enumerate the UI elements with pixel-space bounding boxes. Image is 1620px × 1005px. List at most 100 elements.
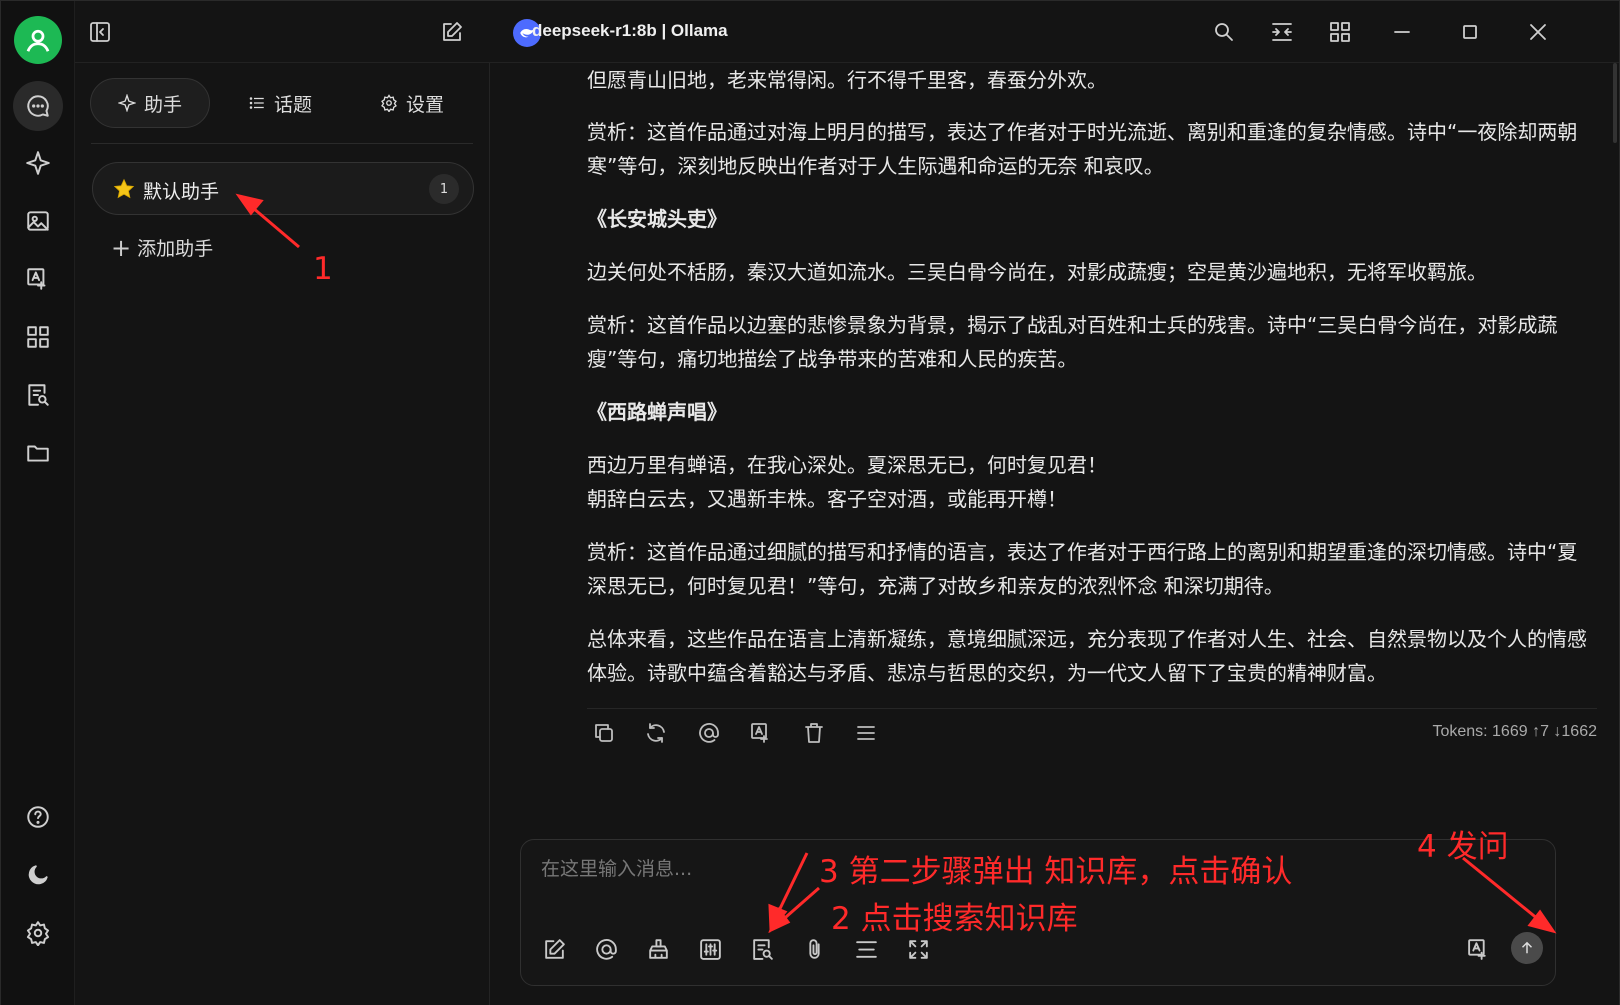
title-bar: deepseek-r1:8b | Ollama xyxy=(75,1,1619,63)
tab-assistants[interactable]: 助手 xyxy=(90,78,210,128)
translate-input-button[interactable] xyxy=(1463,934,1493,964)
tab-assistants-label: 助手 xyxy=(143,93,182,116)
toggle-sidebar-button[interactable] xyxy=(85,17,115,47)
tab-topics[interactable]: 话题 xyxy=(215,78,345,128)
rail-translate-button[interactable] xyxy=(13,254,63,304)
panel-divider xyxy=(91,143,473,144)
moon-icon xyxy=(28,865,48,885)
gear-icon xyxy=(381,94,397,112)
message-paragraph: 赏析：这首作品通过对海上明月的描写，表达了作者对于时光流逝、离别和重逢的复杂情感… xyxy=(587,120,1578,178)
expand-icon xyxy=(908,939,928,959)
maximize-button[interactable] xyxy=(1455,17,1485,47)
clear-icon xyxy=(648,938,668,959)
regenerate-button[interactable] xyxy=(644,721,670,747)
menu-icon xyxy=(857,726,875,740)
assistant-item-default[interactable]: 默认助手 1 xyxy=(92,162,474,215)
poem-title: 《长安城头吏》 xyxy=(587,207,727,231)
minimize-button[interactable] xyxy=(1387,17,1417,47)
star-icon xyxy=(113,178,135,199)
help-icon xyxy=(27,806,49,828)
message-paragraph: 西边万里有蝉语，在我心深处。夏深思无已，何时复见君！ 朝辞白云去，又遇新丰株。客… xyxy=(587,453,1107,511)
mention-icon xyxy=(595,938,617,960)
send-icon xyxy=(1521,941,1533,954)
add-assistant-button[interactable]: + 添加助手 xyxy=(111,234,213,261)
attachment-button[interactable] xyxy=(799,934,829,964)
settings-gear-icon xyxy=(26,921,50,946)
search-button[interactable] xyxy=(1209,17,1239,47)
folder-icon xyxy=(27,445,49,462)
rail-settings-button[interactable] xyxy=(13,908,63,958)
annotation-3: 3 第二步骤弹出 知识库，点击确认 xyxy=(819,854,1293,890)
rail-help-button[interactable] xyxy=(13,792,63,842)
knowledge-base-button[interactable] xyxy=(747,934,777,964)
chat-scrollbar[interactable] xyxy=(1613,63,1617,143)
more-button[interactable] xyxy=(854,721,880,747)
rail-knowledge-button[interactable] xyxy=(13,370,63,420)
assistant-panel: 助手 话题 设置 默认助手 1 + 添加助手 xyxy=(75,63,490,1005)
message-paragraph: 赏析：这首作品通过细腻的描写和抒情的语言，表达了作者对于西行路上的离别和期望重逢… xyxy=(587,540,1578,598)
attachment-icon xyxy=(808,938,820,959)
delete-button[interactable] xyxy=(802,721,828,747)
mention-icon xyxy=(699,722,719,743)
mention-model-button[interactable] xyxy=(697,721,723,747)
new-topic-icon xyxy=(544,938,565,959)
copy-button[interactable] xyxy=(592,721,618,747)
maximize-icon xyxy=(1463,25,1477,39)
sparkle-icon xyxy=(117,94,136,112)
chat-icon xyxy=(27,95,49,117)
rail-theme-button[interactable] xyxy=(13,850,63,900)
translate-icon xyxy=(1467,938,1486,960)
close-button[interactable] xyxy=(1523,17,1553,47)
rail-chat-button[interactable] xyxy=(13,81,63,131)
translate-icon xyxy=(751,723,768,743)
user-icon xyxy=(26,29,50,52)
topic-count-badge: 1 xyxy=(429,174,459,204)
search-icon xyxy=(1215,23,1233,41)
rail-files-button[interactable] xyxy=(13,428,63,478)
sparkle-icon xyxy=(26,151,50,175)
close-icon xyxy=(1530,24,1546,40)
assistant-name: 默认助手 xyxy=(143,181,220,203)
narrow-mode-icon xyxy=(1272,23,1292,41)
message-paragraph: 边关何处不栝肠，秦汉大道如流水。三吴白骨今尚在，对影成蔬瘦；空是黄沙遍地积，无将… xyxy=(587,260,1487,284)
new-topic-button[interactable] xyxy=(539,934,569,964)
translate-button[interactable] xyxy=(749,721,775,747)
left-rail xyxy=(1,1,75,1005)
translate-icon xyxy=(27,268,46,290)
layout-button[interactable] xyxy=(1325,17,1355,47)
rail-apps-button[interactable] xyxy=(13,312,63,362)
model-title[interactable]: deepseek-r1:8b | Ollama xyxy=(532,21,728,41)
message-paragraph: 总体来看，这些作品在语言上清新凝练，意境细腻深远，充分表现了作者对人生、社会、自… xyxy=(587,627,1587,685)
divider-button[interactable] xyxy=(851,934,881,964)
knowledge-base-icon xyxy=(752,938,773,960)
send-button[interactable] xyxy=(1511,932,1543,964)
plus-icon: + xyxy=(111,233,132,262)
user-avatar[interactable] xyxy=(14,16,62,64)
copy-icon xyxy=(595,724,613,742)
message-content: 但愿青山旧地，老来常得闲。行不得千里客，春蚕分外欢。 赏析：这首作品通过对海上明… xyxy=(587,63,1597,709)
minimize-icon xyxy=(1394,31,1410,33)
settings-sliders-icon xyxy=(699,938,721,960)
settings-button[interactable] xyxy=(695,934,725,964)
image-icon xyxy=(27,211,49,231)
sidebar-collapse-icon xyxy=(90,22,110,42)
rail-agents-button[interactable] xyxy=(13,138,63,188)
expand-button[interactable] xyxy=(903,934,933,964)
mention-models-button[interactable] xyxy=(591,934,621,964)
message-paragraph: 赏析：这首作品以边塞的悲惨景象为背景，揭示了战乱对百姓和士兵的残害。诗中“三吴白… xyxy=(587,313,1558,371)
tab-settings[interactable]: 设置 xyxy=(347,78,477,128)
knowledge-search-icon xyxy=(28,384,49,406)
rail-image-button[interactable] xyxy=(13,196,63,246)
add-assistant-label: 添加助手 xyxy=(137,238,214,260)
annotation-4: 4 发问 xyxy=(1417,829,1509,865)
narrow-mode-button[interactable] xyxy=(1267,17,1297,47)
divider-icon xyxy=(855,940,877,958)
clear-button[interactable] xyxy=(643,934,673,964)
tab-settings-label: 设置 xyxy=(405,93,444,116)
new-chat-button[interactable] xyxy=(437,17,467,47)
tab-topics-label: 话题 xyxy=(273,93,312,116)
app-window: deepseek-r1:8b | Ollama 助手 话题 设置 默认助手 1 … xyxy=(0,0,1620,1005)
list-icon xyxy=(249,97,264,109)
delete-icon xyxy=(805,723,823,743)
message-actions: Tokens: 1669 ↑7 ↓1662 xyxy=(587,708,1597,758)
